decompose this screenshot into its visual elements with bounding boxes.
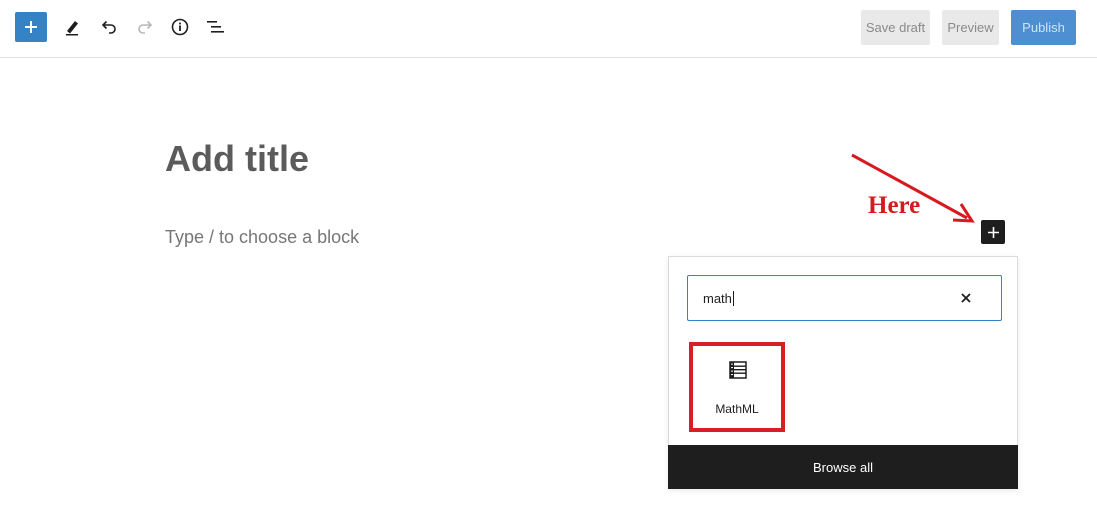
tools-button[interactable] — [56, 11, 88, 43]
text-caret — [732, 291, 734, 306]
undo-icon — [101, 20, 116, 34]
block-placeholder[interactable]: Type / to choose a block — [165, 227, 359, 248]
save-draft-button[interactable]: Save draft — [861, 10, 930, 45]
quick-inserter-popover: math MathML Browse all — [668, 256, 1018, 489]
block-search-input[interactable]: math — [687, 275, 1002, 321]
add-block-button[interactable] — [981, 220, 1005, 244]
annotation-label: Here — [868, 192, 921, 219]
redo-button[interactable] — [129, 11, 161, 43]
block-inserter-button[interactable] — [15, 12, 47, 42]
editor-toolbar: Save draft Preview Publish — [0, 0, 1097, 58]
browse-all-button[interactable]: Browse all — [668, 445, 1018, 489]
redo-icon — [138, 20, 153, 34]
publish-button[interactable]: Publish — [1011, 10, 1076, 45]
table-list-icon — [729, 361, 747, 379]
plus-icon — [987, 226, 999, 238]
list-view-button[interactable] — [200, 11, 232, 43]
search-value: math — [703, 291, 732, 306]
undo-button[interactable] — [93, 11, 125, 43]
post-title-input[interactable]: Add title — [165, 138, 309, 180]
close-icon — [961, 293, 971, 303]
pencil-icon — [66, 21, 78, 36]
list-view-icon — [207, 21, 224, 33]
block-result-label: MathML — [715, 402, 759, 416]
plus-icon — [25, 21, 37, 33]
clear-search-button[interactable] — [957, 289, 975, 307]
block-result-mathml[interactable]: MathML — [689, 342, 785, 432]
preview-button[interactable]: Preview — [942, 10, 999, 45]
details-button[interactable] — [164, 11, 196, 43]
info-icon — [171, 18, 189, 36]
